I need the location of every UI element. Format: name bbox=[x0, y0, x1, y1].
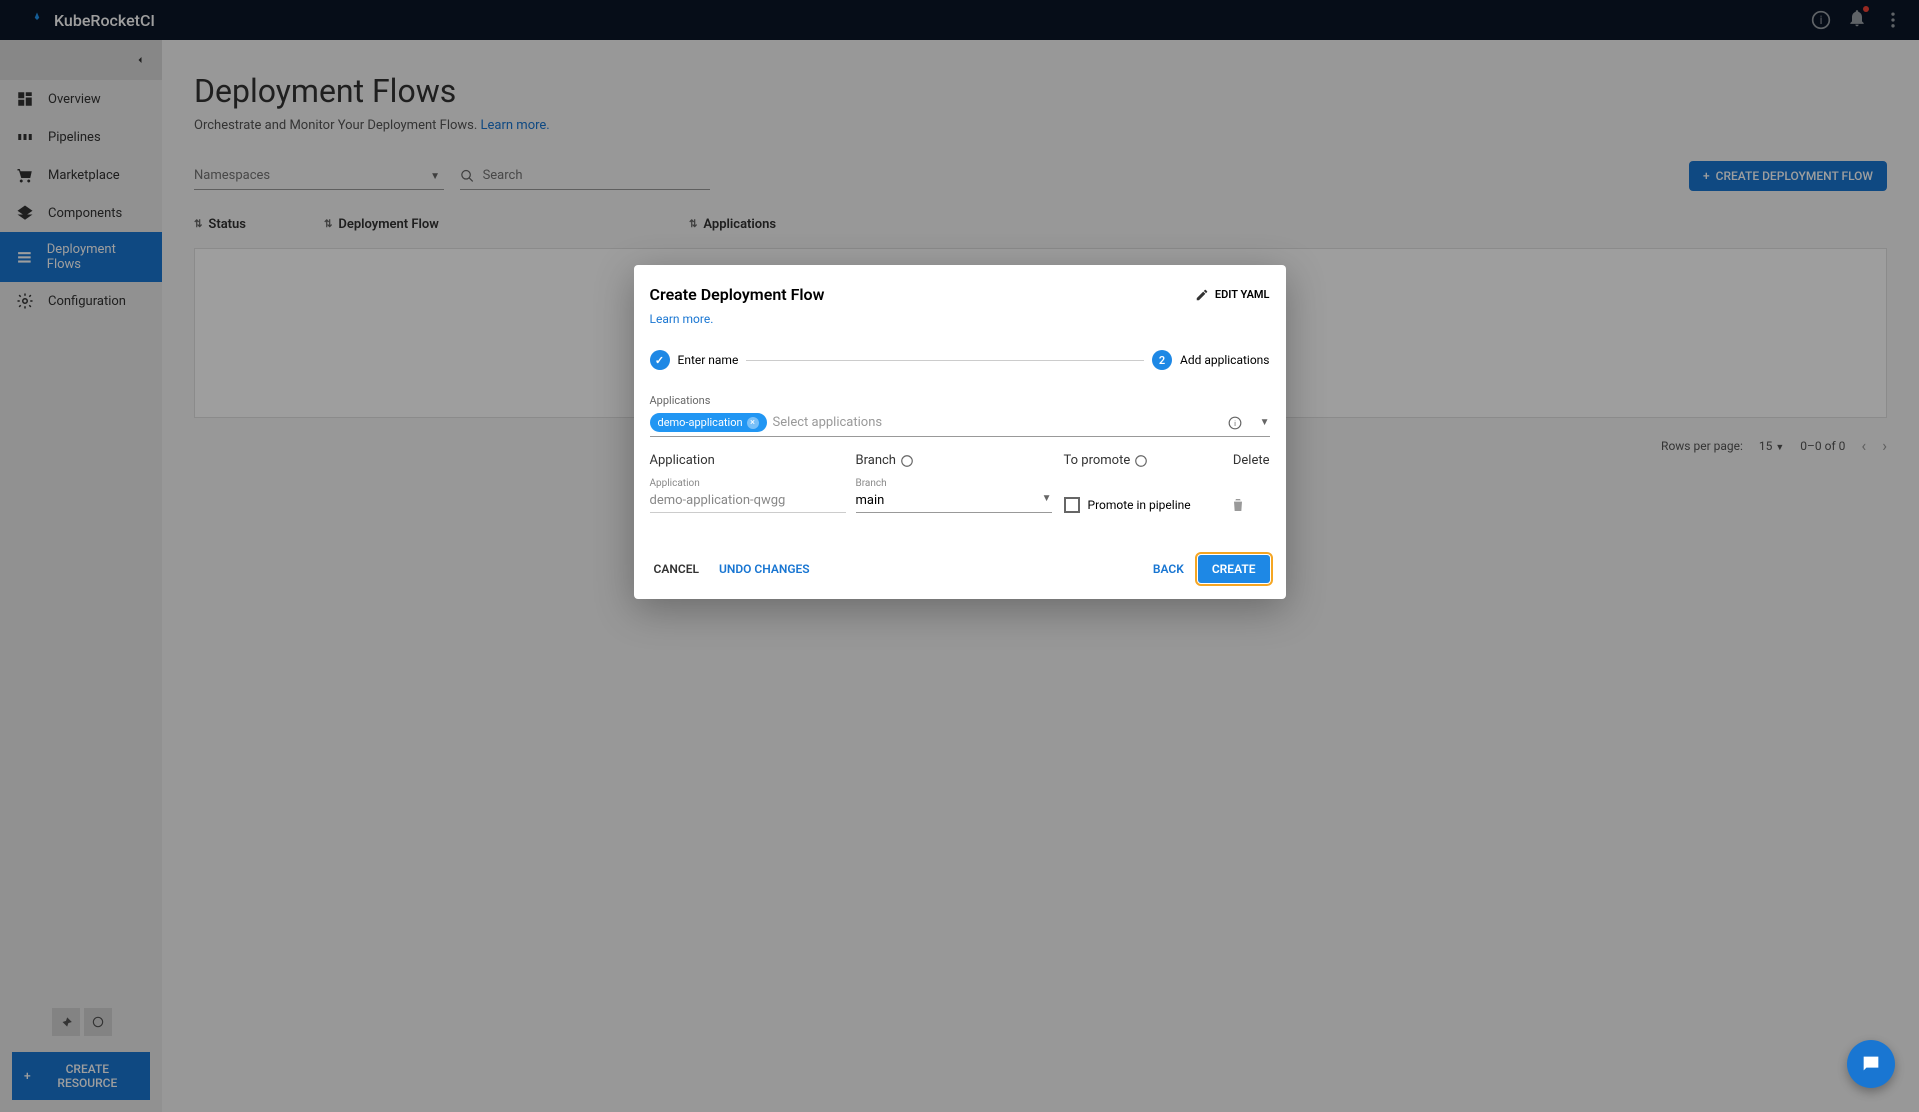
col-application: Application bbox=[650, 453, 856, 468]
chip-remove-icon[interactable]: × bbox=[747, 417, 759, 429]
create-button[interactable]: CREATE bbox=[1198, 555, 1270, 583]
undo-changes-button[interactable]: UNDO CHANGES bbox=[715, 556, 814, 582]
app-table-header: Application Branch To promote Delete bbox=[650, 453, 1270, 468]
checkbox-icon bbox=[1064, 497, 1080, 513]
step-number: 2 bbox=[1152, 350, 1172, 370]
modal-overlay[interactable]: Create Deployment Flow EDIT YAML Learn m… bbox=[0, 0, 1919, 1112]
svg-text:i: i bbox=[1234, 418, 1236, 427]
apps-placeholder: Select applications bbox=[773, 415, 1222, 430]
info-icon[interactable] bbox=[900, 454, 914, 468]
branch-select[interactable]: main▼ bbox=[856, 489, 1052, 513]
promote-checkbox[interactable]: Promote in pipeline bbox=[1064, 497, 1191, 513]
applications-select[interactable]: demo-application × Select applications i… bbox=[650, 411, 1270, 437]
step-connector bbox=[746, 360, 1144, 361]
chat-fab[interactable] bbox=[1847, 1040, 1895, 1088]
applications-label: Applications bbox=[650, 394, 1270, 407]
app-chip: demo-application × bbox=[650, 413, 767, 432]
create-flow-modal: Create Deployment Flow EDIT YAML Learn m… bbox=[634, 265, 1286, 599]
back-button[interactable]: BACK bbox=[1149, 556, 1188, 582]
delete-icon[interactable] bbox=[1230, 497, 1246, 513]
check-icon: ✓ bbox=[650, 350, 670, 370]
modal-learn-more-link[interactable]: Learn more. bbox=[650, 312, 1270, 326]
info-icon[interactable] bbox=[1134, 454, 1148, 468]
step-2: 2 Add applications bbox=[1152, 350, 1270, 370]
col-branch: Branch bbox=[856, 453, 1064, 468]
info-icon[interactable]: i bbox=[1228, 416, 1242, 430]
pencil-icon bbox=[1195, 288, 1209, 302]
branch-row-label: Branch bbox=[856, 478, 1052, 489]
col-promote: To promote bbox=[1064, 453, 1219, 468]
chevron-down-icon: ▼ bbox=[1042, 493, 1052, 508]
chevron-down-icon: ▼ bbox=[1260, 417, 1270, 428]
edit-yaml-button[interactable]: EDIT YAML bbox=[1195, 288, 1270, 302]
chat-icon bbox=[1860, 1053, 1882, 1075]
app-row: Application demo-application-qwgg Branch… bbox=[650, 478, 1270, 513]
app-row-value: demo-application-qwgg bbox=[650, 489, 846, 513]
modal-footer: CANCEL UNDO CHANGES BACK CREATE bbox=[650, 555, 1270, 583]
modal-title: Create Deployment Flow bbox=[650, 285, 825, 304]
col-delete: Delete bbox=[1219, 453, 1270, 468]
stepper: ✓ Enter name 2 Add applications bbox=[650, 350, 1270, 370]
cancel-button[interactable]: CANCEL bbox=[650, 556, 703, 582]
step-1: ✓ Enter name bbox=[650, 350, 739, 370]
app-row-label: Application bbox=[650, 478, 846, 489]
